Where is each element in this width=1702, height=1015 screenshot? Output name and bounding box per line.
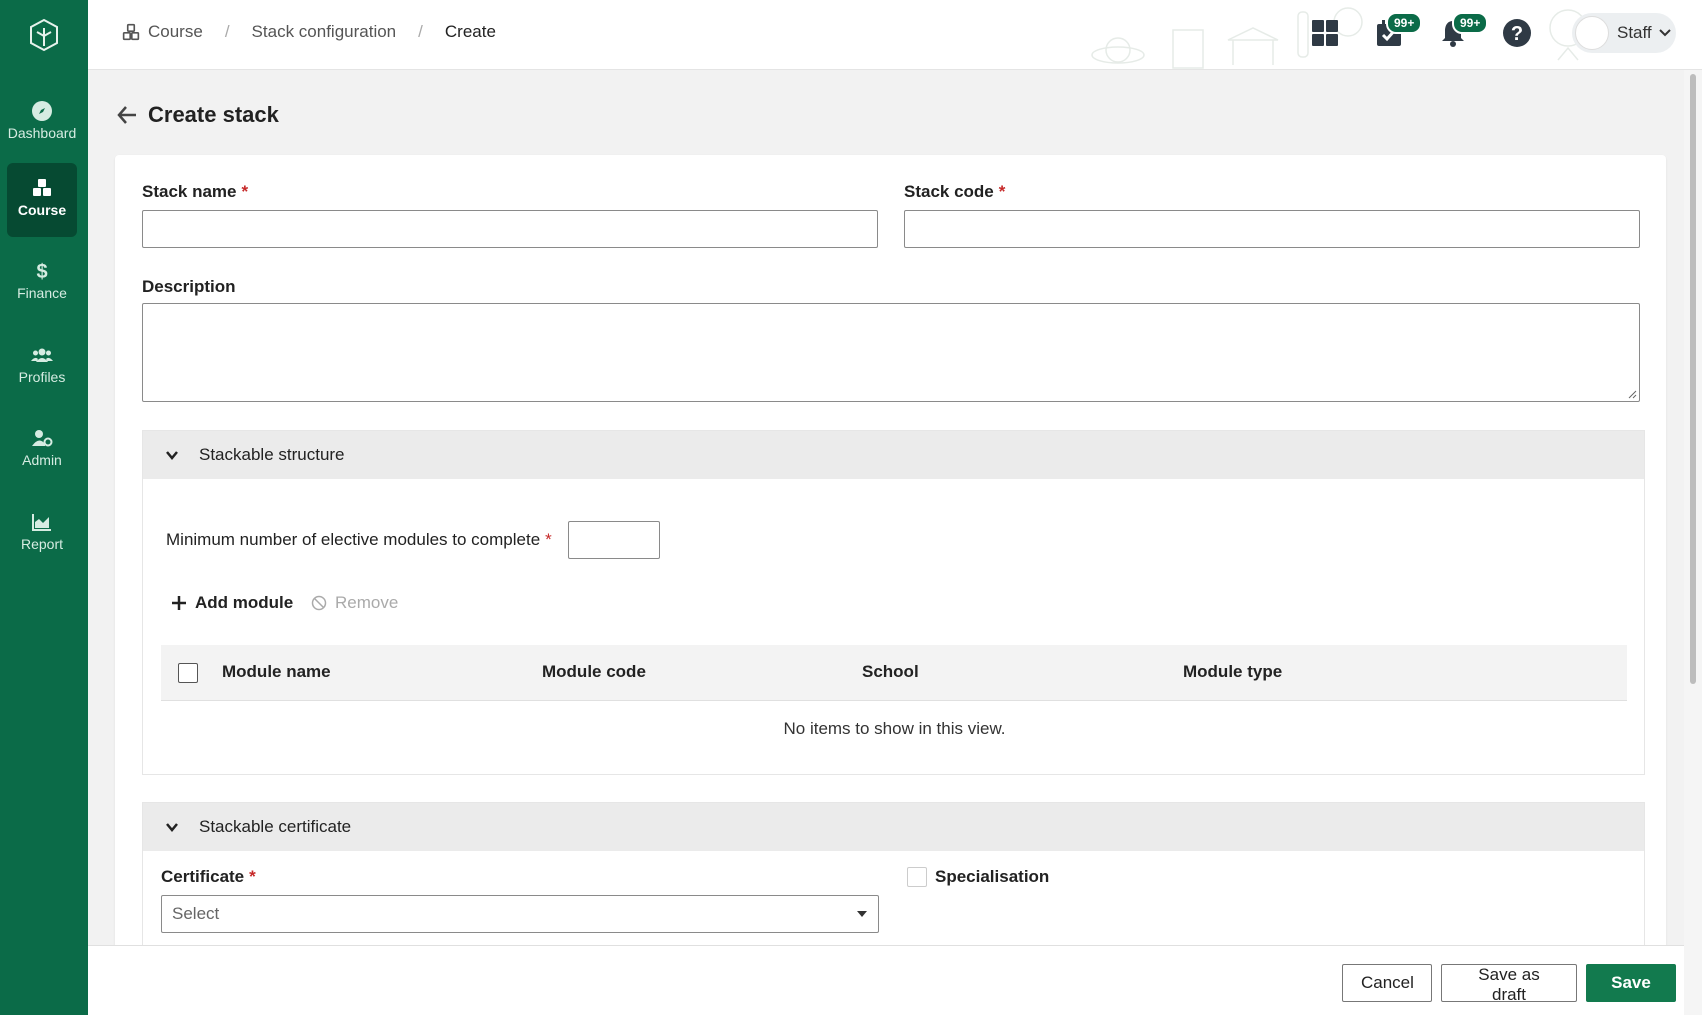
resize-handle-icon[interactable] xyxy=(1627,389,1637,399)
specialisation-checkbox[interactable] xyxy=(907,867,927,887)
breadcrumb-course[interactable]: Course xyxy=(148,22,203,42)
required-mark: * xyxy=(998,182,1006,201)
stack-name-label: Stack name * xyxy=(142,182,248,202)
stack-name-label-text: Stack name xyxy=(142,182,237,201)
ban-icon xyxy=(311,595,327,611)
dollar-icon: $ xyxy=(36,261,47,282)
specialisation-field[interactable]: Specialisation xyxy=(907,867,1049,887)
plus-icon xyxy=(172,596,186,610)
column-module-name[interactable]: Module name xyxy=(222,662,331,682)
user-menu[interactable]: Staff xyxy=(1572,13,1676,53)
users-icon xyxy=(31,348,53,362)
compass-icon xyxy=(32,101,52,121)
breadcrumb: Course / Stack configuration / Create xyxy=(122,22,496,42)
stack-name-input[interactable] xyxy=(142,210,878,248)
breadcrumb-separator: / xyxy=(224,22,230,41)
empty-state-text: No items to show in this view. xyxy=(783,719,1006,738)
cubes-icon xyxy=(122,23,140,41)
add-module-button[interactable]: Add module xyxy=(171,593,293,613)
certificate-select[interactable]: Select xyxy=(161,895,879,933)
breadcrumb-create: Create xyxy=(444,22,496,41)
help-icon[interactable]: ? xyxy=(1502,18,1532,48)
sidebar: Dashboard Course $ Finance Profiles Admi… xyxy=(0,0,88,1015)
specialisation-label: Specialisation xyxy=(935,867,1050,886)
save-draft-button[interactable]: Save as draft xyxy=(1441,964,1577,1004)
user-gear-icon xyxy=(32,430,53,447)
modules-table-header: Module name Module code School Module ty… xyxy=(161,645,1627,701)
tasks-badge: 99+ xyxy=(1386,12,1423,34)
remove-label: Remove xyxy=(335,593,399,612)
nav-label: Admin xyxy=(22,452,62,468)
area-chart-icon xyxy=(32,514,51,531)
main-content: Create stack Stack name * Stack code * Des… xyxy=(88,70,1684,945)
description-textarea[interactable] xyxy=(142,303,1640,402)
certificate-label-text: Certificate xyxy=(161,867,245,886)
notifications-badge: 99+ xyxy=(1452,12,1489,34)
book-logo-icon[interactable] xyxy=(26,16,62,54)
caret-down-icon xyxy=(857,911,867,917)
nav-label: Finance xyxy=(17,285,67,301)
page-title: Create stack xyxy=(116,102,279,128)
certificate-label: Certificate * xyxy=(161,867,256,887)
chevron-down-icon xyxy=(1658,29,1671,37)
column-module-code[interactable]: Module code xyxy=(542,662,646,682)
select-all-checkbox[interactable] xyxy=(178,663,198,683)
nav-item-finance[interactable]: $ Finance xyxy=(7,246,77,320)
nav-label: Report xyxy=(20,536,64,552)
page-title-text: Create stack xyxy=(148,102,279,127)
column-school[interactable]: School xyxy=(862,662,919,682)
avatar xyxy=(1575,16,1609,50)
nav-item-course[interactable]: Course xyxy=(7,163,77,237)
chevron-down-icon xyxy=(166,823,178,832)
back-arrow-icon[interactable] xyxy=(116,104,138,126)
stackable-structure-header[interactable]: Stackable structure xyxy=(143,431,1644,479)
column-module-type[interactable]: Module type xyxy=(1183,662,1282,682)
min-elective-label: Minimum number of elective modules to co… xyxy=(166,530,552,550)
cancel-button[interactable]: Cancel xyxy=(1342,964,1432,1002)
certificate-select-value: Select xyxy=(172,904,220,923)
nav-item-admin[interactable]: Admin xyxy=(7,413,77,487)
add-module-label: Add module xyxy=(195,593,294,612)
min-elective-input[interactable] xyxy=(568,521,660,559)
section-title: Stackable certificate xyxy=(199,817,352,836)
cubes-icon xyxy=(33,179,51,196)
description-label: Description xyxy=(142,277,236,296)
nav-label: Profiles xyxy=(18,369,66,385)
form-footer: Cancel Save as draft Save xyxy=(88,945,1684,1015)
svg-text:$: $ xyxy=(36,261,47,282)
save-button[interactable]: Save xyxy=(1586,964,1676,1002)
form-card: Stack name * Stack code * Description Stac… xyxy=(115,155,1666,945)
nav-item-profiles[interactable]: Profiles xyxy=(7,330,77,404)
top-bar: Course / Stack configuration / Create 99… xyxy=(88,0,1702,70)
svg-text:?: ? xyxy=(1511,23,1523,45)
nav-item-dashboard[interactable]: Dashboard xyxy=(7,86,77,160)
min-elective-label-text: Minimum number of elective modules to co… xyxy=(166,530,541,549)
scrollbar-thumb[interactable] xyxy=(1690,74,1696,684)
section-title: Stackable structure xyxy=(199,445,345,464)
required-mark: * xyxy=(241,182,249,201)
breadcrumb-separator: / xyxy=(418,22,423,41)
stackable-certificate-header[interactable]: Stackable certificate xyxy=(143,803,1644,851)
stack-code-label-text: Stack code xyxy=(904,182,994,201)
stackable-structure-section: Stackable structure Minimum number of el… xyxy=(142,430,1645,775)
stack-code-label: Stack code * xyxy=(904,182,1005,202)
nav-item-report[interactable]: Report xyxy=(7,497,77,571)
nav-label: Course xyxy=(17,202,67,218)
user-label: Staff xyxy=(1617,23,1652,42)
remove-button[interactable]: Remove xyxy=(311,593,398,613)
breadcrumb-stack-configuration[interactable]: Stack configuration xyxy=(252,22,397,42)
chevron-down-icon xyxy=(166,451,178,460)
page-scrollbar[interactable] xyxy=(1684,70,1702,1015)
nav-label: Dashboard xyxy=(7,125,77,141)
decorative-doodle-banner xyxy=(1091,7,1587,69)
apps-grid-icon[interactable] xyxy=(1310,18,1340,48)
stack-code-input[interactable] xyxy=(904,210,1640,248)
stackable-certificate-section: Stackable certificate Certificate * Selec… xyxy=(142,802,1645,945)
required-mark: * xyxy=(249,867,256,886)
required-mark: * xyxy=(545,530,552,549)
